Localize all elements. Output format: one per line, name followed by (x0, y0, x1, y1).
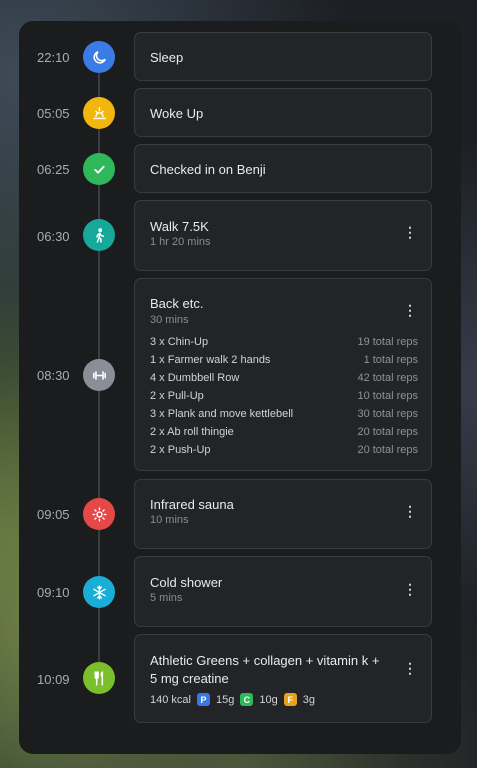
sun-icon (83, 498, 115, 530)
exercise-row: 2 x Push-Up 20 total reps (150, 444, 418, 456)
entry-title: Athletic Greens + collagen + vitamin k +… (150, 652, 390, 688)
exercise-reps: 10 total reps (357, 390, 418, 402)
utensils-icon (83, 662, 115, 694)
more-options-icon[interactable]: ⋮ (403, 661, 417, 675)
entry-card[interactable]: Back etc. 30 mins ⋮ 3 x Chin-Up 19 total… (134, 278, 432, 471)
more-options-icon[interactable]: ⋮ (403, 225, 417, 239)
carbs-value: 10g (259, 693, 278, 706)
exercise-name: 3 x Chin-Up (150, 336, 209, 348)
calories-value: 140 kcal (150, 693, 191, 706)
entry-time: 09:05 (37, 507, 70, 522)
walk-icon (83, 219, 115, 251)
exercise-reps: 20 total reps (357, 444, 418, 456)
check-icon (83, 153, 115, 185)
entry-title: Walk 7.5K (150, 219, 209, 234)
entry-time: 09:10 (37, 585, 70, 600)
entry-title: Back etc. (150, 296, 204, 311)
entry-duration: 5 mins (150, 592, 183, 604)
entry-duration: 10 mins (150, 514, 189, 526)
carbs-badge: C (240, 693, 254, 706)
entry-card[interactable]: Checked in on Benji (134, 144, 432, 193)
entry-title: Woke Up (150, 106, 204, 121)
entry-time: 06:25 (37, 162, 70, 177)
exercise-reps: 1 total reps (363, 354, 418, 366)
protein-value: 15g (215, 693, 235, 706)
more-options-icon[interactable]: ⋮ (403, 504, 417, 518)
entry-time: 22:10 (37, 50, 70, 65)
exercise-row: 3 x Plank and move kettlebell 30 total r… (150, 408, 418, 420)
entry-card[interactable]: Sleep (134, 32, 432, 81)
exercise-row: 3 x Chin-Up 19 total reps (150, 336, 418, 348)
exercise-row: 1 x Farmer walk 2 hands 1 total reps (150, 354, 418, 366)
entry-time: 06:30 (37, 229, 70, 244)
exercise-reps: 30 total reps (357, 408, 418, 420)
entry-title: Cold shower (150, 575, 223, 590)
entry-card[interactable]: Walk 7.5K 1 hr 20 mins ⋮ (134, 200, 432, 271)
sunrise-icon (83, 97, 115, 129)
exercise-row: 2 x Ab roll thingie 20 total reps (150, 426, 418, 438)
exercise-name: 1 x Farmer walk 2 hands (150, 354, 271, 366)
entry-card[interactable]: Cold shower 5 mins ⋮ (134, 556, 432, 627)
more-options-icon[interactable]: ⋮ (403, 582, 417, 596)
exercise-name: 4 x Dumbbell Row (150, 372, 240, 384)
fat-badge: F (283, 693, 297, 706)
exercise-reps: 20 total reps (357, 426, 418, 438)
entry-title: Sleep (150, 50, 184, 65)
exercise-name: 2 x Push-Up (150, 444, 211, 456)
exercise-row: 4 x Dumbbell Row 42 total reps (150, 372, 418, 384)
entry-title-line: 5 mg creatine (150, 671, 229, 686)
entry-duration: 1 hr 20 mins (150, 236, 211, 248)
exercise-reps: 42 total reps (357, 372, 418, 384)
entry-time: 05:05 (37, 106, 70, 121)
entry-title: Infrared sauna (150, 497, 234, 512)
exercise-row: 2 x Pull-Up 10 total reps (150, 390, 418, 402)
snowflake-icon (83, 576, 115, 608)
exercise-name: 2 x Pull-Up (150, 390, 204, 402)
entry-title-line: Athletic Greens + collagen + vitamin k + (150, 653, 380, 668)
fat-value: 3g (302, 693, 315, 706)
entry-card[interactable]: Athletic Greens + collagen + vitamin k +… (134, 634, 432, 723)
exercise-name: 2 x Ab roll thingie (150, 426, 234, 438)
entry-time: 08:30 (37, 368, 70, 383)
entry-card[interactable]: Woke Up (134, 88, 432, 137)
macros-row: 140 kcal P 15g C 10g F 3g (150, 693, 315, 706)
exercise-name: 3 x Plank and move kettlebell (150, 408, 294, 420)
entry-duration: 30 mins (150, 314, 189, 326)
entry-title: Checked in on Benji (150, 162, 266, 177)
dumbbell-icon (83, 359, 115, 391)
exercise-reps: 19 total reps (357, 336, 418, 348)
entry-card[interactable]: Infrared sauna 10 mins ⋮ (134, 479, 432, 549)
moon-icon (83, 41, 115, 73)
entry-time: 10:09 (37, 672, 70, 687)
protein-badge: P (196, 693, 210, 706)
more-options-icon[interactable]: ⋮ (403, 303, 417, 317)
